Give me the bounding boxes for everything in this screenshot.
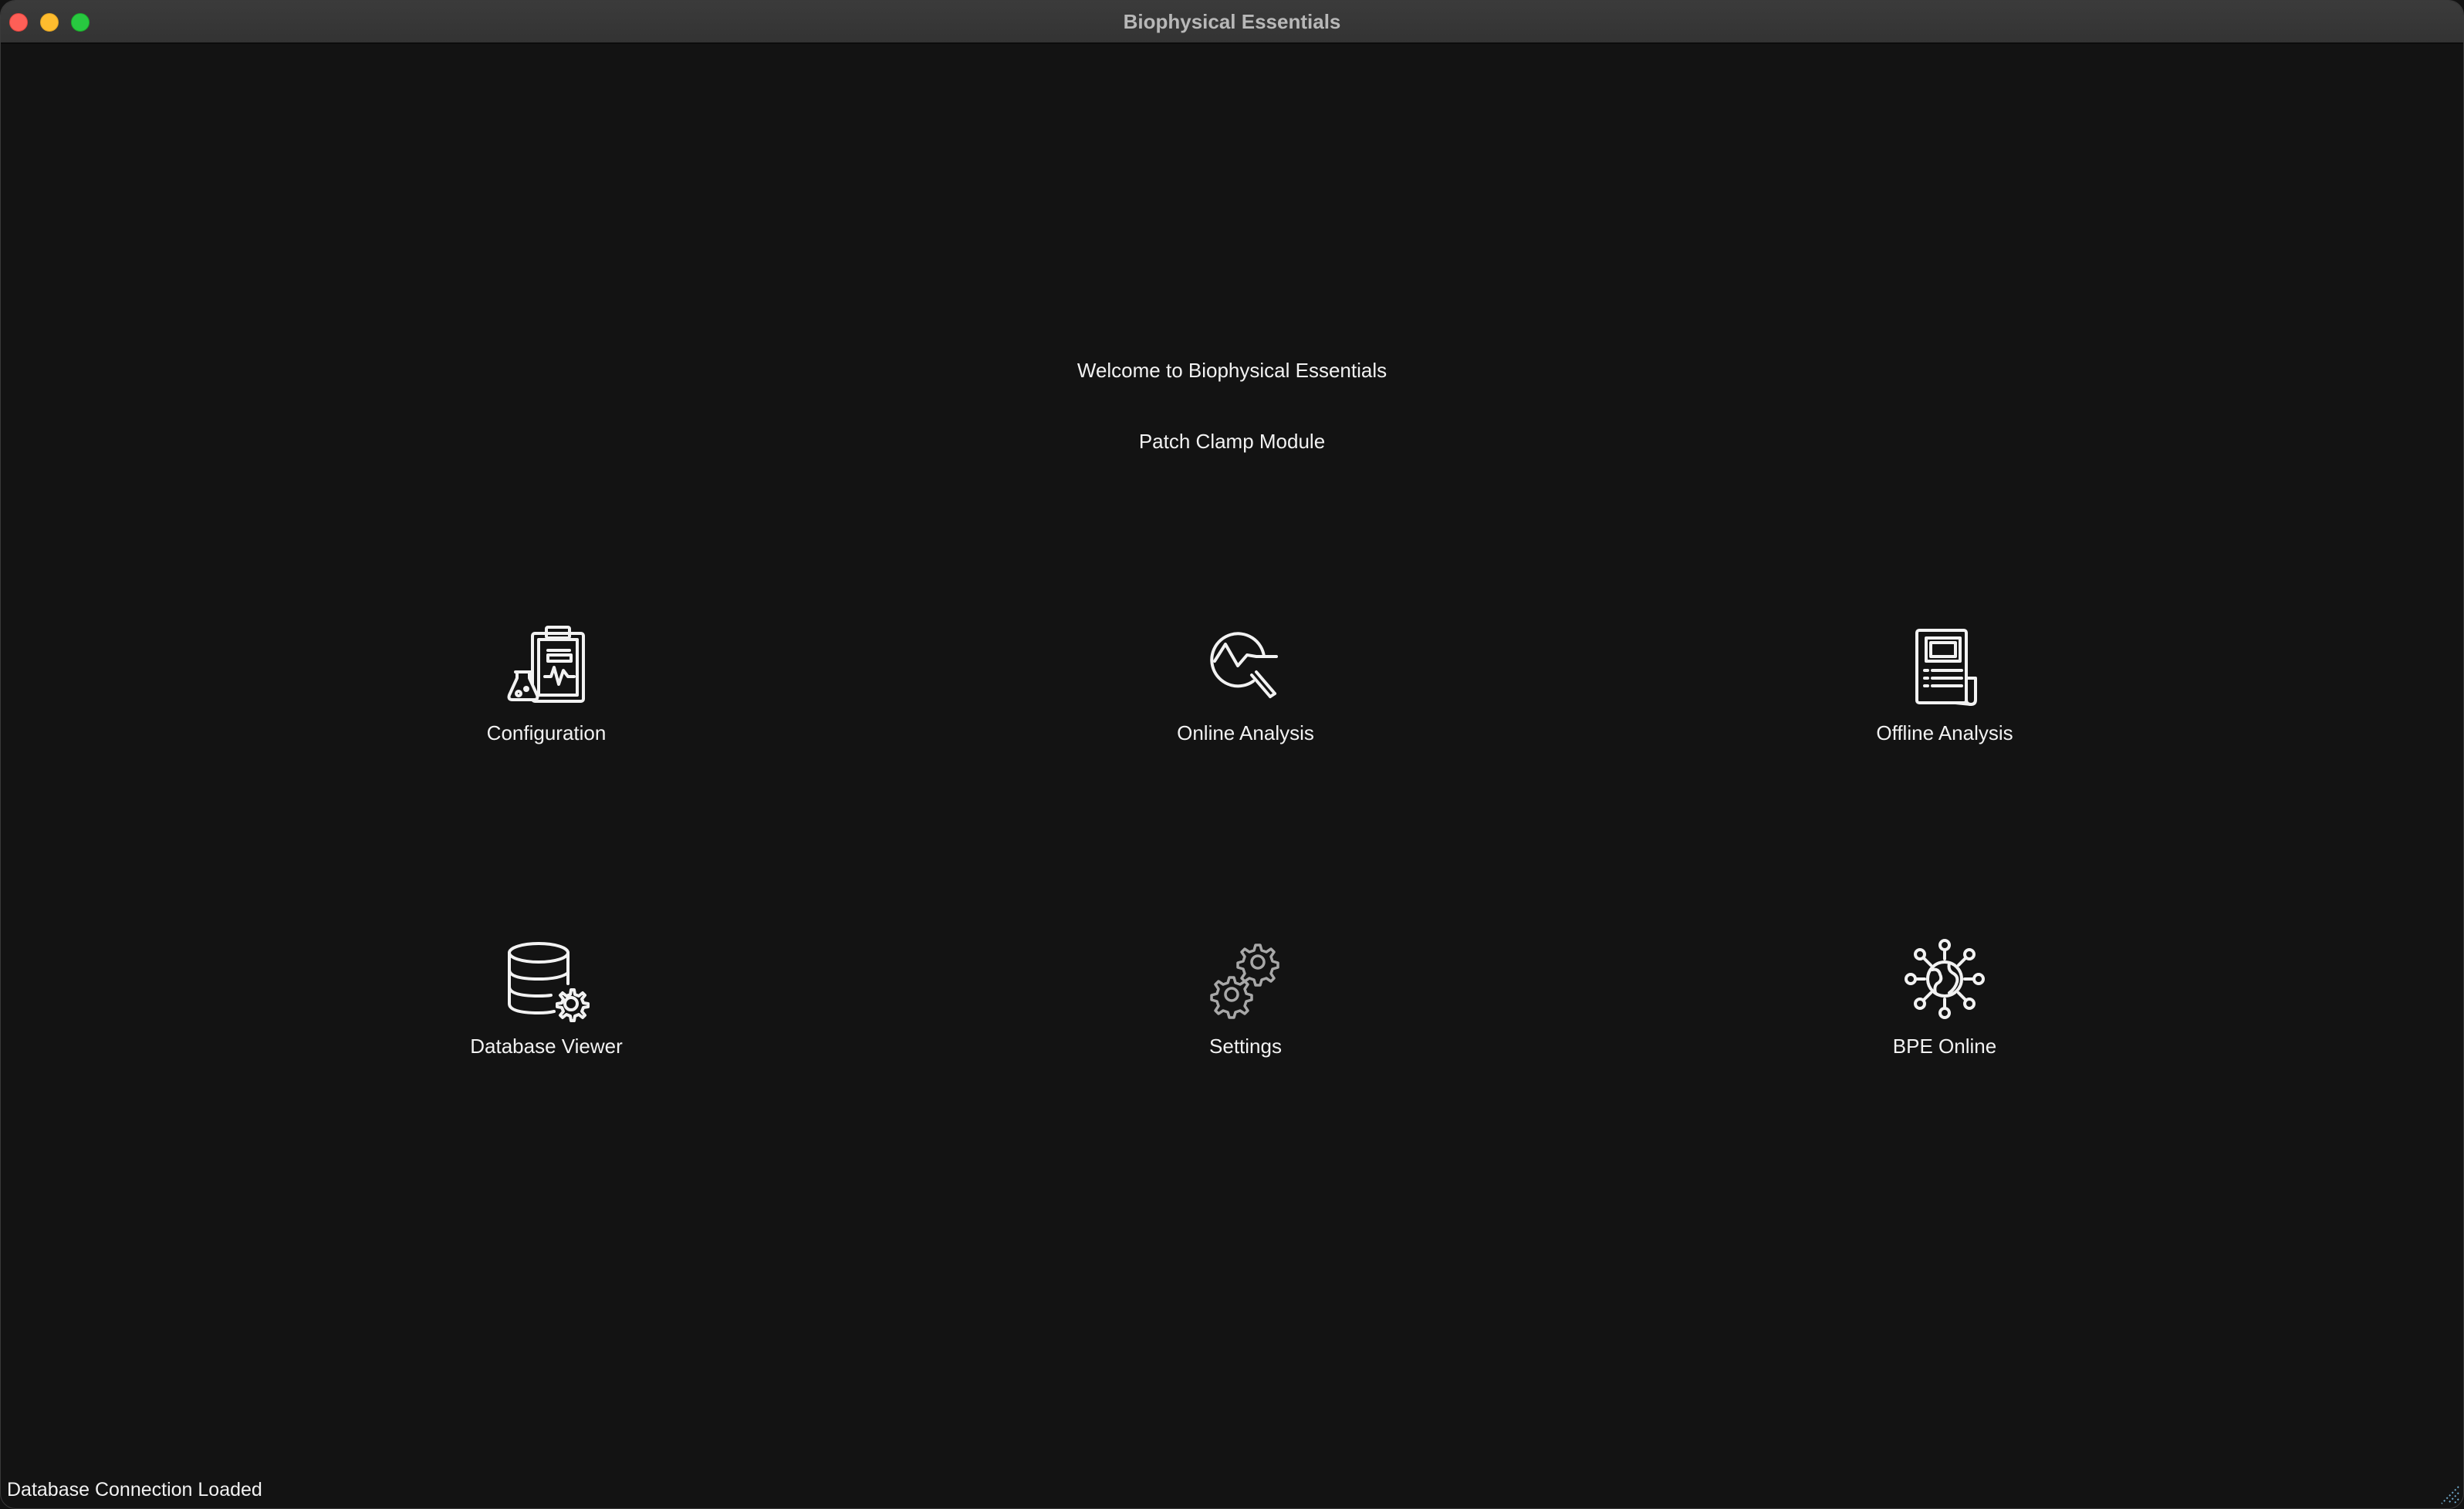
document-report-icon — [1901, 623, 1988, 709]
database-viewer-button[interactable]: Database Viewer — [384, 936, 708, 1082]
app-window: Biophysical Essentials Welcome to Biophy… — [0, 0, 2464, 1509]
offline-analysis-label: Offline Analysis — [1876, 721, 2013, 744]
status-text: Database Connection Loaded — [7, 1479, 262, 1501]
settings-button[interactable]: Settings — [1083, 936, 1408, 1082]
welcome-heading: Welcome to Biophysical Essentials — [1077, 359, 1387, 382]
globe-network-icon — [1901, 936, 1988, 1022]
settings-label: Settings — [1209, 1035, 1282, 1058]
chart-magnifier-icon — [1202, 623, 1289, 709]
configuration-button[interactable]: Configuration — [384, 623, 708, 769]
gears-icon — [1202, 936, 1289, 1022]
window-title: Biophysical Essentials — [1123, 10, 1341, 33]
module-subheading: Patch Clamp Module — [1138, 430, 1326, 453]
bpe-online-label: BPE Online — [1892, 1035, 1997, 1058]
resize-grip-icon[interactable] — [2437, 1482, 2460, 1505]
offline-analysis-button[interactable]: Offline Analysis — [1783, 623, 2107, 769]
database-viewer-label: Database Viewer — [470, 1035, 623, 1058]
clipboard-flask-icon — [503, 623, 590, 709]
configuration-label: Configuration — [486, 721, 607, 744]
online-analysis-label: Online Analysis — [1177, 721, 1314, 744]
status-bar: Database Connection Loaded — [1, 1474, 2463, 1508]
bpe-online-button[interactable]: BPE Online — [1783, 936, 2107, 1082]
title-bar[interactable]: Biophysical Essentials — [1, 1, 2463, 44]
database-gear-icon — [503, 936, 590, 1022]
online-analysis-button[interactable]: Online Analysis — [1083, 623, 1408, 769]
